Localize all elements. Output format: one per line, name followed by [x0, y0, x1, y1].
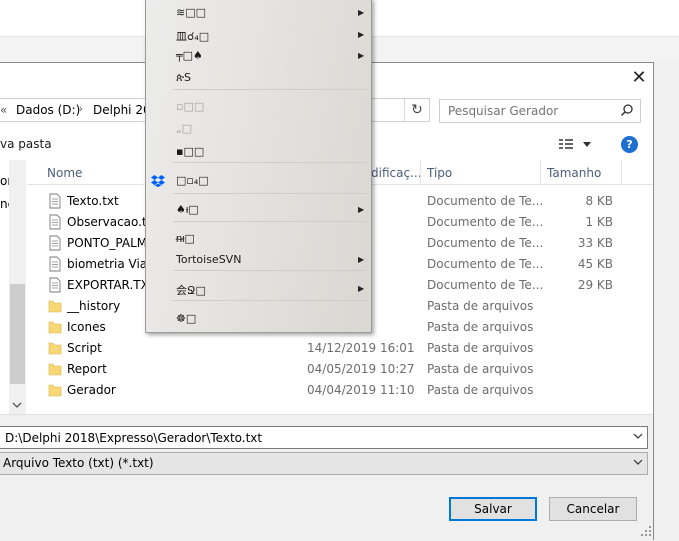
file-name: biometria Viac	[67, 257, 154, 271]
save-button[interactable]: Salvar	[449, 497, 537, 521]
breadcrumb-separator-icon: ›	[79, 104, 83, 115]
breadcrumb-overflow-icon[interactable]: «	[0, 103, 7, 117]
file-size: 45 KB	[577, 257, 613, 271]
menu-item[interactable]: 皿☌₄□	[176, 28, 209, 44]
chevron-down-icon[interactable]	[633, 457, 643, 467]
file-name: Report	[67, 362, 107, 376]
column-header-type[interactable]: Tipo	[427, 166, 452, 180]
menu-separator	[173, 193, 367, 194]
file-name: Icones	[67, 320, 106, 334]
filename-field[interactable]	[3, 430, 617, 446]
file-name: EXPORTAR.TXT	[67, 278, 156, 292]
menu-item[interactable]: ≋□□	[176, 6, 206, 19]
file-type: Pasta de arquivos	[427, 320, 534, 334]
file-name: Gerador	[67, 383, 116, 397]
file-date: 04/04/2019 11:10	[307, 383, 415, 397]
cancel-button[interactable]: Cancelar	[549, 497, 637, 521]
folder-icon	[48, 384, 62, 397]
text-file-icon	[49, 256, 61, 272]
close-button[interactable]: ✕	[626, 66, 652, 92]
text-file-icon	[49, 235, 61, 251]
file-type: Pasta de arquivos	[427, 341, 534, 355]
file-size: 8 KB	[585, 194, 613, 208]
search-icon[interactable]	[620, 103, 634, 117]
file-date: 04/05/2019 10:27	[307, 362, 415, 376]
menu-item[interactable]: ▫□□	[176, 100, 204, 113]
file-type: Documento de Te...	[427, 215, 544, 229]
folder-icon	[48, 300, 62, 313]
file-date: 14/12/2019 16:01	[307, 341, 415, 355]
file-type: Pasta de arquivos	[427, 383, 534, 397]
file-size: 29 KB	[577, 278, 613, 292]
menu-item[interactable]: ╤□♠	[176, 49, 203, 62]
column-header-date[interactable]: dificaç...	[371, 166, 422, 180]
menu-item[interactable]: ᵰᵼ□	[176, 232, 195, 245]
resize-grip-icon[interactable]	[640, 525, 652, 537]
folder-icon	[48, 363, 62, 376]
submenu-arrow-icon: ▶	[358, 255, 365, 264]
menu-separator	[173, 162, 367, 163]
file-type: Documento de Te...	[427, 278, 544, 292]
file-name: PONTO_PALMA	[67, 236, 156, 250]
column-separator[interactable]	[540, 160, 541, 184]
search-box[interactable]	[439, 99, 641, 123]
submenu-arrow-icon: ▶	[358, 205, 365, 214]
menu-separator	[173, 89, 367, 90]
submenu-arrow-icon: ▶	[358, 30, 365, 39]
text-file-icon	[49, 277, 61, 293]
file-type: Pasta de arquivos	[427, 299, 534, 313]
filetype-value: Arquivo Texto (txt) (*.txt)	[3, 456, 154, 470]
menu-item[interactable]: □▫₄□	[176, 174, 209, 187]
file-name: Texto.txt	[67, 194, 119, 208]
menu-separator	[173, 221, 367, 222]
dropbox-icon	[151, 175, 165, 187]
submenu-arrow-icon: ▶	[358, 284, 365, 293]
menu-item[interactable]: ▪□□	[176, 145, 204, 158]
search-input[interactable]	[446, 103, 616, 119]
column-header-name[interactable]: Nome	[47, 166, 82, 180]
submenu-arrow-icon: ▶	[358, 8, 365, 17]
submenu-arrow-icon: ▶	[358, 51, 365, 60]
file-name: Script	[67, 341, 102, 355]
file-type: Pasta de arquivos	[427, 362, 534, 376]
column-separator[interactable]	[621, 160, 622, 184]
breadcrumb-drive[interactable]: Dados (D:)	[16, 103, 80, 117]
file-type: Documento de Te...	[427, 194, 544, 208]
menu-item[interactable]: ጵS	[176, 71, 191, 85]
refresh-button[interactable]: ↻	[404, 99, 429, 121]
column-header-size[interactable]: Tamanho	[547, 166, 601, 180]
filetype-select[interactable]: Arquivo Texto (txt) (*.txt)	[0, 452, 648, 475]
filename-combobox[interactable]	[0, 426, 648, 449]
nav-scrollbar-thumb[interactable]	[10, 284, 25, 384]
text-file-icon	[49, 193, 61, 209]
file-name: __history	[67, 299, 121, 313]
file-size: 1 KB	[585, 215, 613, 229]
scroll-down-icon[interactable]	[12, 400, 22, 410]
text-file-icon	[49, 214, 61, 230]
menu-item[interactable]: ♠ᵼ□	[176, 203, 199, 216]
view-options-icon[interactable]	[557, 136, 597, 154]
column-separator[interactable]	[420, 160, 421, 184]
file-type: Documento de Te...	[427, 236, 544, 250]
menu-item[interactable]: ☸□	[176, 312, 196, 325]
file-size: 33 KB	[577, 236, 613, 250]
new-folder-button[interactable]: va pasta	[0, 137, 52, 151]
menu-separator	[173, 270, 367, 271]
menu-separator	[173, 300, 367, 301]
help-button[interactable]: ?	[621, 136, 638, 153]
folder-icon	[48, 342, 62, 355]
menu-item[interactable]: 会Ջ□	[176, 282, 206, 298]
chevron-down-icon[interactable]	[633, 431, 643, 441]
menu-item[interactable]: „□	[176, 122, 192, 135]
file-type: Documento de Te...	[427, 257, 544, 271]
menu-item[interactable]: TortoiseSVN	[176, 253, 241, 266]
folder-icon	[48, 321, 62, 334]
